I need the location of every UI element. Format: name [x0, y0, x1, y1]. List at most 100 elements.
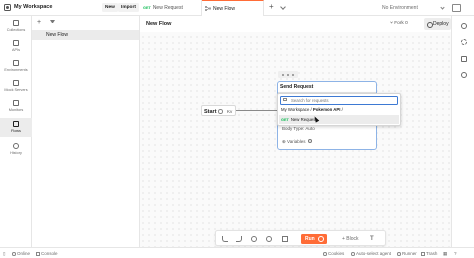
undo-icon[interactable] — [222, 236, 228, 242]
fork-button[interactable]: ⑂ Fork 0 — [390, 19, 408, 29]
tab-new-request[interactable]: GET New Request — [140, 0, 202, 16]
cookie-icon — [323, 252, 327, 256]
zoom-in-icon[interactable] — [266, 236, 272, 242]
collection-path[interactable]: My Workspace / Pokemon API / — [281, 107, 343, 112]
nav-monitors[interactable]: Monitors — [0, 97, 32, 116]
run-button[interactable]: Run — [301, 234, 327, 244]
block-menu-dot — [292, 73, 294, 76]
chevron-down-icon[interactable] — [280, 4, 286, 10]
body-type-select[interactable]: Body Type: Auto — [282, 126, 315, 131]
cookies-button[interactable]: Cookies — [323, 251, 344, 256]
request-search-input[interactable] — [280, 95, 398, 105]
console-label: Console — [41, 251, 58, 256]
info-icon[interactable] — [218, 109, 223, 114]
nav-flows[interactable]: Flows — [0, 118, 32, 137]
deploy-button[interactable]: Deploy — [424, 18, 451, 30]
canvas-toolbar: Run + Block T — [215, 230, 386, 246]
info-icon[interactable] — [461, 23, 467, 29]
block-title: Send Request — [280, 84, 314, 90]
console-icon — [36, 252, 40, 256]
status-bar: ▯ Online Console Cookies Auto-select age… — [0, 247, 474, 258]
workspace-icon — [4, 4, 11, 11]
canvas-header: New Flow ⑂ Fork 0 Deploy — [140, 16, 451, 32]
nav-environments[interactable]: Environments — [0, 57, 32, 76]
nav-mock-servers[interactable]: Mock Servers — [0, 77, 32, 96]
environment-select[interactable]: No Environment — [378, 2, 448, 14]
nav-label: APIs — [11, 48, 21, 52]
history-icon — [13, 143, 19, 149]
nav-label: History — [10, 151, 22, 155]
tab-label: New Flow — [213, 6, 235, 12]
help-icon[interactable]: ? — [454, 251, 457, 256]
add-flow-button[interactable]: + — [37, 19, 41, 26]
flows-sidebar: + New Flow — [32, 16, 140, 247]
nav-label: Monitors — [8, 108, 24, 112]
mock-servers-icon — [13, 80, 19, 86]
runner-icon — [397, 252, 401, 256]
add-text-button[interactable]: T — [370, 235, 374, 243]
play-icon — [318, 236, 324, 242]
agent-label: Auto-select agent — [356, 251, 392, 256]
fit-view-icon[interactable] — [282, 236, 288, 242]
online-label: Online — [17, 251, 31, 256]
nav-collections[interactable]: Collections — [0, 17, 32, 36]
nav-label: Flows — [11, 129, 21, 133]
flows-icon — [13, 121, 19, 127]
block-menu-dot — [282, 73, 284, 76]
console-button[interactable]: Console — [36, 251, 58, 256]
run-label: Run — [305, 236, 315, 242]
variables-label[interactable]: ⊕ Variables — [282, 139, 305, 145]
flow-icon — [205, 6, 211, 12]
zoom-out-icon[interactable] — [251, 236, 257, 242]
start-block[interactable]: Start Kv — [201, 105, 236, 116]
environment-quick-look-icon[interactable] — [452, 4, 461, 12]
trash-button[interactable]: Trash — [421, 251, 437, 256]
online-status[interactable]: Online — [12, 251, 30, 256]
workspace-name[interactable]: My Workspace — [14, 4, 52, 10]
nav-label: Environments — [4, 68, 28, 72]
start-output[interactable]: Kv — [227, 109, 232, 114]
new-button[interactable]: New — [102, 3, 118, 12]
chevron-down-icon — [440, 5, 445, 10]
comments-icon[interactable] — [461, 72, 467, 78]
agent-icon — [351, 252, 355, 256]
variables-text: Variables — [287, 139, 306, 144]
request-picker-dropdown: My Workspace / Pokemon API / GETNew Requ… — [277, 93, 401, 126]
nav-apis[interactable]: APIs — [0, 37, 32, 56]
top-bar: My Workspace New Import GET New Request N… — [0, 0, 474, 16]
nav-history[interactable]: History — [0, 140, 32, 159]
runner-label: Runner — [402, 251, 417, 256]
runner-button[interactable]: Runner — [397, 251, 417, 256]
layout-icon[interactable]: ▦ — [443, 251, 447, 257]
block-menu-dot — [287, 73, 289, 76]
integrations-icon[interactable] — [461, 56, 467, 62]
refresh-icon[interactable] — [308, 139, 312, 143]
trash-label: Trash — [426, 251, 438, 256]
collections-icon — [13, 20, 19, 26]
sidebar-item-new-flow[interactable]: New Flow — [32, 30, 139, 40]
flow-title[interactable]: New Flow — [146, 21, 171, 27]
tab-new-flow[interactable]: New Flow — [202, 0, 264, 16]
add-tab-button[interactable]: + — [269, 2, 274, 12]
auto-select-agent-button[interactable]: Auto-select agent — [351, 251, 391, 256]
path-suffix: / — [340, 106, 343, 112]
online-icon — [12, 252, 16, 256]
fork-count: 0 — [405, 21, 408, 26]
path-prefix: My Workspace / — [281, 106, 313, 112]
request-option-new-request[interactable]: GET New Request — [279, 115, 399, 124]
settings-icon[interactable] — [461, 39, 467, 45]
tab-method: GET — [143, 6, 151, 10]
nav-label: Mock Servers — [4, 88, 28, 92]
environments-icon — [13, 60, 19, 66]
path-collection: Pokemon API — [312, 106, 341, 112]
add-block-button[interactable]: + Block — [342, 235, 359, 243]
redo-icon[interactable] — [236, 236, 242, 242]
fork-label: Fork — [394, 21, 404, 26]
monitors-icon — [13, 100, 19, 106]
toggle-sidebar-icon[interactable]: ▯ — [3, 251, 5, 257]
block-toolbar[interactable] — [278, 71, 298, 78]
filter-icon[interactable] — [50, 20, 55, 25]
left-nav: Collections APIs Environments Mock Serve… — [0, 16, 32, 247]
right-bar — [451, 16, 474, 247]
import-button[interactable]: Import — [118, 3, 139, 12]
